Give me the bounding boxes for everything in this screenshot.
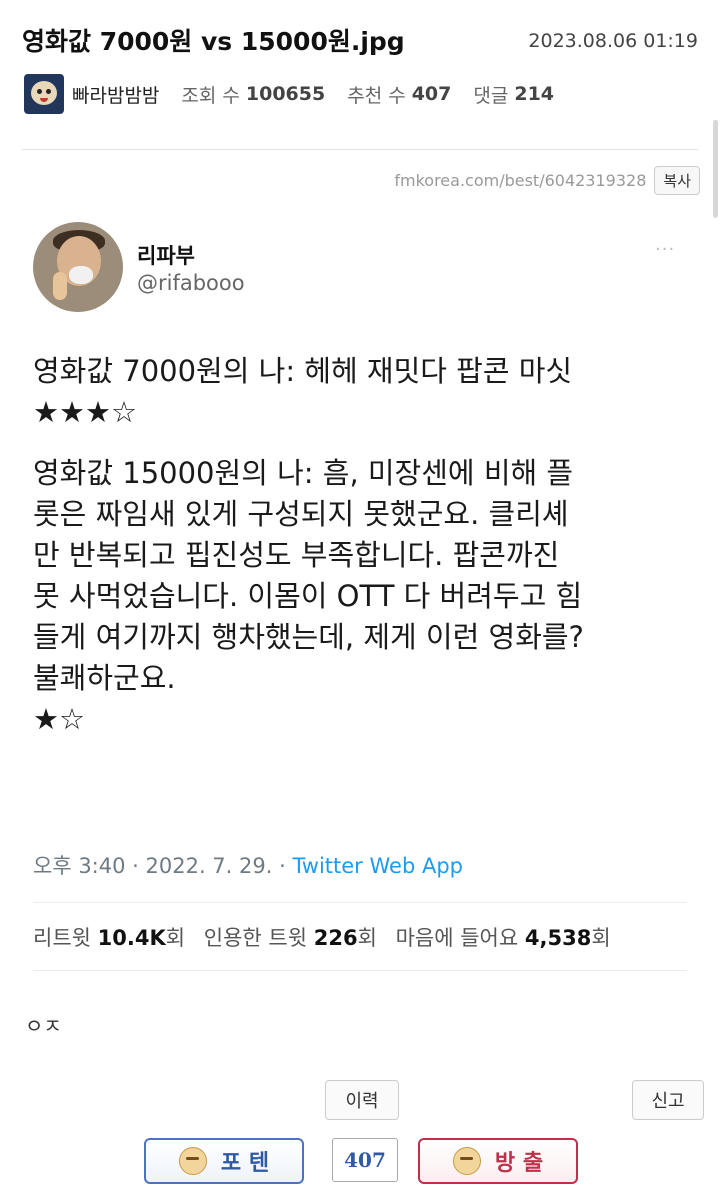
author-name[interactable]: 빠라밤밤밤 bbox=[72, 81, 159, 108]
comments-label: 댓글 bbox=[473, 84, 509, 107]
scrollbar[interactable] bbox=[713, 120, 718, 218]
comments-count: 214 bbox=[514, 83, 555, 105]
tweet-avatar bbox=[33, 222, 123, 312]
upvotes-count: 407 bbox=[411, 83, 452, 105]
tweet-author-name: 리파부 bbox=[137, 244, 195, 268]
post-datetime: 2023.08.06 01:19 bbox=[528, 30, 698, 52]
views-label: 조회 수 bbox=[181, 84, 240, 107]
post-meta: 빠라밤밤밤 조회 수 100655 추천 수 407 댓글 214 bbox=[24, 72, 576, 116]
tweet-time-text: 오후 3:40 · 2022. 7. 29. · bbox=[33, 854, 293, 878]
source-row: fmkorea.com/best/6042319328 복사 bbox=[394, 166, 700, 195]
copy-url-button[interactable]: 복사 bbox=[654, 166, 700, 195]
downvote-label: 방 출 bbox=[494, 1151, 544, 1176]
tweet-timestamp: 오후 3:40 · 2022. 7. 29. · Twitter Web App bbox=[33, 850, 463, 880]
tweet-paragraph-2: 영화값 15000원의 나: 흠, 미장센에 비해 플 롯은 짜임새 있게 구성… bbox=[33, 456, 584, 736]
likes-label: 마음에 들어요 bbox=[395, 926, 519, 950]
author-avatar[interactable] bbox=[24, 74, 64, 114]
tweet-paragraph-1: 영화값 7000원의 나: 헤헤 재밋다 팝콘 마싯 ★★★☆ bbox=[33, 354, 573, 429]
tweet-client-app: Twitter Web App bbox=[292, 854, 463, 878]
quotes-label: 인용한 트윗 bbox=[203, 926, 308, 950]
upvote-button[interactable]: 포 텐 bbox=[144, 1138, 304, 1184]
tweet-stats: 리트윗 10.4K회 인용한 트윗 226회 마음에 들어요 4,538회 bbox=[33, 922, 611, 952]
retweets-count: 10.4K bbox=[97, 926, 166, 950]
history-button[interactable]: 이력 bbox=[325, 1080, 399, 1120]
tweet-divider-bottom bbox=[33, 970, 687, 971]
upvote-label: 포 텐 bbox=[220, 1151, 270, 1176]
thumbs-down-face-icon bbox=[452, 1147, 481, 1175]
post-comment-text: ㅇㅈ bbox=[25, 1014, 62, 1038]
header-divider bbox=[22, 149, 698, 150]
source-url[interactable]: fmkorea.com/best/6042319328 bbox=[394, 171, 646, 190]
tweet-divider-top bbox=[33, 902, 687, 903]
more-options-icon: ··· bbox=[655, 239, 676, 260]
quotes-count: 226 bbox=[313, 926, 358, 950]
likes-unit: 회 bbox=[591, 926, 611, 950]
retweets-unit: 회 bbox=[165, 926, 186, 950]
post-title: 영화값 7000원 vs 15000원.jpg bbox=[22, 27, 405, 56]
vote-count: 407 bbox=[332, 1138, 398, 1182]
quotes-unit: 회 bbox=[357, 926, 377, 950]
report-button[interactable]: 신고 bbox=[632, 1080, 704, 1120]
thumbs-up-face-icon bbox=[178, 1147, 207, 1175]
downvote-button[interactable]: 방 출 bbox=[418, 1138, 578, 1184]
tweet-body: 영화값 7000원의 나: 헤헤 재밋다 팝콘 마싯 ★★★☆ 영화값 1500… bbox=[33, 351, 693, 740]
retweets-label: 리트윗 bbox=[33, 926, 91, 950]
tweet-author-handle: @rifabooo bbox=[137, 271, 245, 295]
upvotes-label: 추천 수 bbox=[347, 84, 406, 107]
likes-count: 4,538 bbox=[524, 926, 592, 950]
views-count: 100655 bbox=[245, 83, 326, 105]
